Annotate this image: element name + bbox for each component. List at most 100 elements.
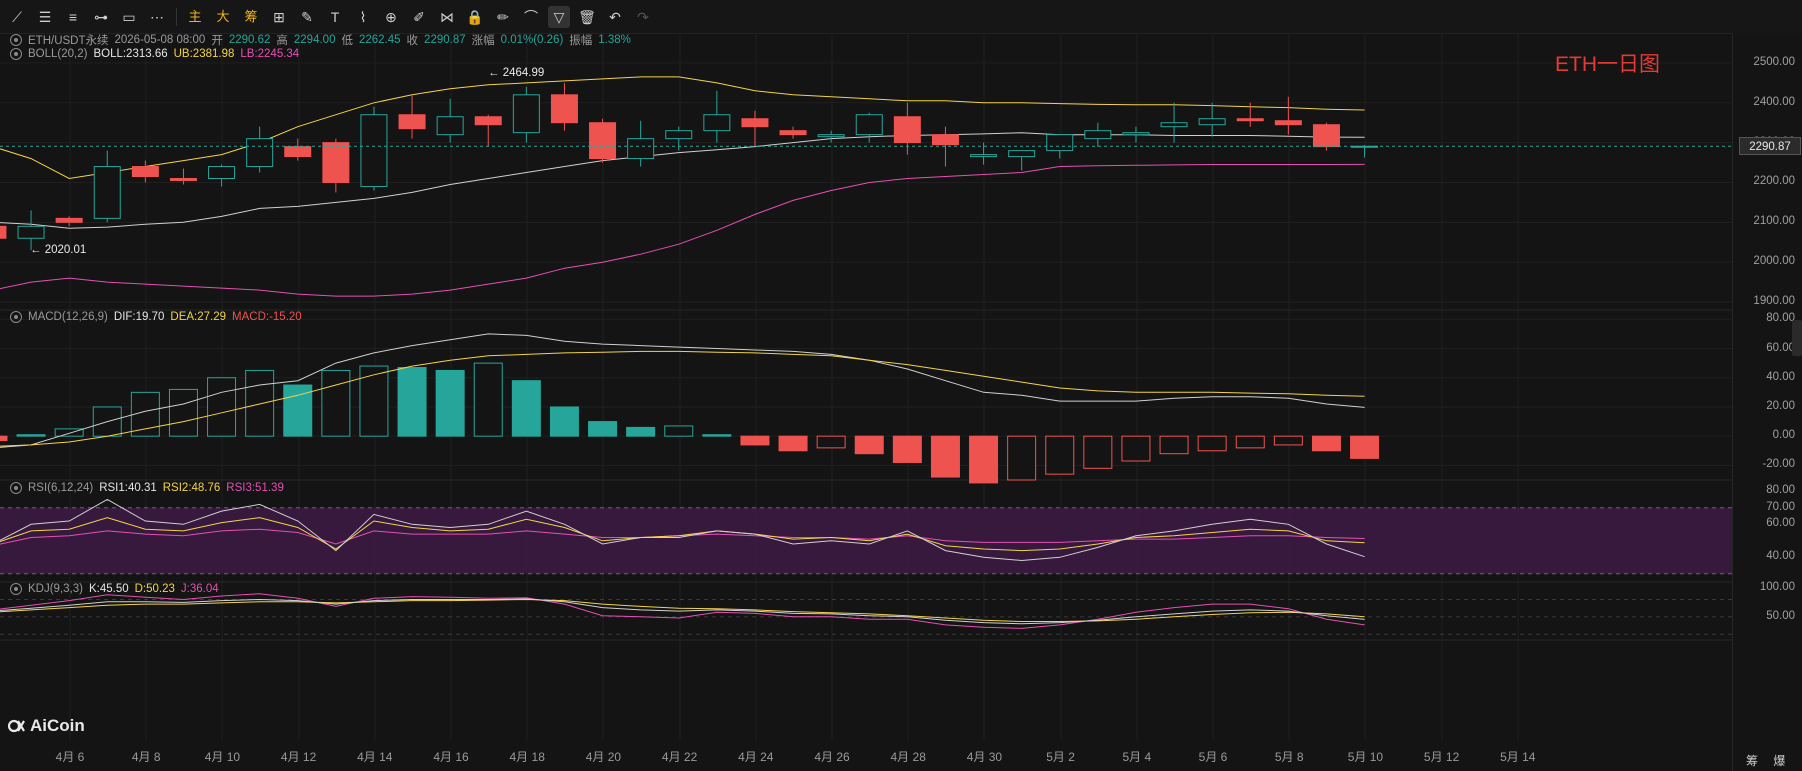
candle-body bbox=[550, 94, 578, 124]
candle-body bbox=[627, 138, 655, 160]
kdj-name[interactable]: KDJ(9,3,3) bbox=[28, 583, 83, 595]
rsi3-value: RSI3:51.39 bbox=[226, 482, 284, 494]
candle-body bbox=[436, 116, 464, 136]
price-axis-tick: 2100.00 bbox=[1753, 215, 1795, 228]
candle-body bbox=[208, 166, 236, 179]
rsi-axis-tick: 40.00 bbox=[1766, 550, 1795, 563]
visibility-eye-icon[interactable] bbox=[10, 311, 22, 323]
cn-toggle-button-0[interactable]: 主 bbox=[184, 6, 206, 28]
macd-dif-value: DIF:19.70 bbox=[113, 311, 165, 323]
macd-histogram-bar bbox=[1083, 435, 1113, 469]
macd-histogram-bar bbox=[664, 425, 694, 437]
candle-body bbox=[779, 130, 807, 136]
macd-name[interactable]: MACD(12,26,9) bbox=[28, 311, 108, 323]
macd-histogram-bar bbox=[702, 434, 732, 437]
ruler-icon[interactable]: ⌇ bbox=[352, 6, 374, 28]
time-axis-tick: 4月 30 bbox=[966, 750, 1003, 764]
macd-axis-tick: 40.00 bbox=[1766, 370, 1795, 383]
current-price-tag: 2290.87 bbox=[1739, 137, 1801, 156]
dot-line-icon[interactable]: ⋯ bbox=[146, 6, 168, 28]
symbol-label: ETH/USDT永续 bbox=[28, 35, 109, 47]
high-annotation: ← 2464.99 bbox=[488, 67, 545, 79]
pattern-icon[interactable]: ⋈ bbox=[436, 6, 458, 28]
time-axis-tick: 4月 26 bbox=[814, 750, 850, 764]
chart-area[interactable]: ETH/USDT永续 2026-05-08 08:00 开 2290.62 高 22… bbox=[0, 33, 1732, 771]
corner-toggle-labels[interactable]: 筹 爆 bbox=[1746, 752, 1791, 769]
price-axis[interactable]: 2500.002400.002300.002200.002100.002000.… bbox=[1732, 33, 1802, 771]
macd-axis-tick: 20.00 bbox=[1766, 399, 1795, 412]
rsi-name[interactable]: RSI(6,12,24) bbox=[28, 482, 93, 494]
time-axis-tick: 5月 2 bbox=[1046, 750, 1075, 764]
cn-toggle-button-2[interactable]: 筹 bbox=[240, 6, 262, 28]
macd-histogram-bar bbox=[892, 435, 922, 463]
macd-histogram-bar bbox=[626, 426, 656, 437]
zoom-icon[interactable]: ⊕ bbox=[380, 6, 402, 28]
macd-axis-tick: 0.00 bbox=[1772, 429, 1795, 442]
datetime-label: 2026-05-08 08:00 bbox=[114, 34, 206, 46]
chart-canvas[interactable] bbox=[0, 33, 1732, 771]
macd-histogram-bar bbox=[969, 435, 999, 484]
boll-mid-value: BOLL:2313.66 bbox=[93, 48, 168, 60]
macd-axis-tick: 80.00 bbox=[1766, 312, 1795, 325]
trash-icon[interactable]: 🗑 bbox=[576, 6, 598, 28]
time-axis-tick: 4月 10 bbox=[204, 750, 241, 764]
undo-icon[interactable]: ↶ bbox=[604, 6, 626, 28]
kdj-j-value: J:36.04 bbox=[180, 583, 219, 595]
boll-name[interactable]: BOLL(20,2) bbox=[28, 48, 87, 60]
candle-body bbox=[665, 130, 693, 140]
magnet-icon[interactable]: ⌒ bbox=[520, 6, 542, 28]
macd-histogram-bar bbox=[1235, 435, 1265, 449]
parallel-channel-icon[interactable]: ≡ bbox=[62, 6, 84, 28]
lock-icon[interactable]: 🔒 bbox=[464, 6, 486, 28]
rsi-info-row: RSI(6,12,24) RSI1:40.31 RSI2:48.76 RSI3:… bbox=[10, 482, 284, 494]
price-axis-tick: 2500.00 bbox=[1753, 55, 1795, 68]
candle-body bbox=[1312, 124, 1340, 148]
macd-histogram-bar bbox=[321, 369, 351, 437]
ray-icon[interactable]: ⊶ bbox=[90, 6, 112, 28]
rsi1-value: RSI1:40.31 bbox=[99, 482, 157, 494]
macd-histogram-bar bbox=[854, 435, 884, 455]
visibility-eye-icon[interactable] bbox=[10, 583, 22, 595]
macd-histogram-bar bbox=[778, 435, 808, 452]
visibility-eye-icon[interactable] bbox=[10, 34, 22, 46]
open-value: 2290.62 bbox=[228, 34, 271, 46]
macd-axis-tick: 60.00 bbox=[1766, 341, 1795, 354]
macd-histogram-bar bbox=[1121, 435, 1151, 462]
boll-mid-line bbox=[0, 132, 1365, 229]
candle-body bbox=[741, 118, 769, 128]
time-axis-tick: 4月 6 bbox=[55, 750, 85, 764]
high-value: 2294.00 bbox=[293, 34, 336, 46]
redo-icon[interactable]: ↷ bbox=[632, 6, 654, 28]
watermark-text: AiCoin bbox=[30, 716, 85, 735]
macd-histogram-bar bbox=[245, 369, 275, 437]
close-value: 2290.87 bbox=[424, 34, 466, 46]
horizontal-lines-icon[interactable]: ☰ bbox=[34, 6, 56, 28]
candle-body bbox=[1084, 130, 1112, 140]
rectangle-icon[interactable]: ▭ bbox=[118, 6, 140, 28]
candle-body bbox=[1046, 134, 1074, 152]
candle-body bbox=[398, 114, 426, 130]
cn-toggle-button-1[interactable]: 大 bbox=[212, 6, 234, 28]
visibility-eye-icon[interactable] bbox=[10, 482, 22, 494]
price-axis-tick: 2400.00 bbox=[1753, 95, 1795, 108]
macd-histogram-bar bbox=[359, 365, 389, 437]
edit-icon[interactable]: ✏ bbox=[492, 6, 514, 28]
trendline-icon[interactable]: ⟋ bbox=[6, 6, 28, 28]
filter-icon[interactable]: ▽ bbox=[548, 6, 570, 28]
text-tool-icon[interactable]: T bbox=[324, 6, 346, 28]
ohlc-info-row: ETH/USDT永续 2026-05-08 08:00 开 2290.62 高 22… bbox=[10, 32, 631, 48]
candle-body bbox=[893, 116, 921, 144]
candle-body bbox=[360, 114, 388, 187]
indicator-panel-icon[interactable]: ⊞ bbox=[268, 6, 290, 28]
change-value: 0.01%(0.26) bbox=[500, 34, 564, 46]
rsi-axis-tick: 60.00 bbox=[1766, 517, 1795, 530]
pen-icon[interactable]: ✐ bbox=[408, 6, 430, 28]
brush-icon[interactable]: ✎ bbox=[296, 6, 318, 28]
candle-body bbox=[512, 94, 540, 134]
macd-histogram-bar bbox=[207, 377, 237, 437]
visibility-eye-icon[interactable] bbox=[10, 48, 22, 60]
macd-histogram-bar bbox=[1311, 435, 1341, 452]
scrollbar-handle[interactable] bbox=[1792, 320, 1802, 356]
price-axis-tick: 1900.00 bbox=[1753, 295, 1795, 308]
macd-histogram-bar bbox=[1350, 435, 1380, 459]
